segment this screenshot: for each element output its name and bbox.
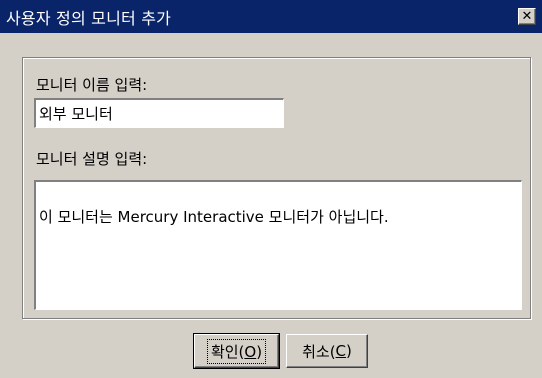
title-bar[interactable]: 사용자 정의 모니터 추가 ✕ <box>0 0 542 33</box>
cancel-button-mnemonic: C <box>335 342 347 360</box>
monitor-description-label: 모니터 설명 입력: <box>36 150 148 168</box>
monitor-name-label: 모니터 이름 입력: <box>36 76 148 94</box>
ok-button-focus: 확인(O) <box>206 338 267 364</box>
cancel-button[interactable]: 취소(C) <box>286 334 368 368</box>
monitor-description-text: 이 모니터는 Mercury Interactive 모니터가 아닙니다. <box>39 208 389 226</box>
cancel-button-label: 취소( <box>302 342 336 361</box>
window-title: 사용자 정의 모니터 추가 <box>6 8 172 28</box>
close-icon: ✕ <box>521 9 533 24</box>
ok-button-label: 확인( <box>210 342 245 361</box>
ok-button[interactable]: 확인(O) <box>193 333 280 369</box>
close-button[interactable]: ✕ <box>518 8 536 25</box>
monitor-name-input[interactable] <box>34 98 284 128</box>
monitor-description-textarea[interactable]: 이 모니터는 Mercury Interactive 모니터가 아닙니다. <box>34 180 522 310</box>
ok-button-suffix: ) <box>256 342 263 361</box>
ok-button-mnemonic: O <box>244 342 257 361</box>
cancel-button-suffix: ) <box>346 342 352 360</box>
